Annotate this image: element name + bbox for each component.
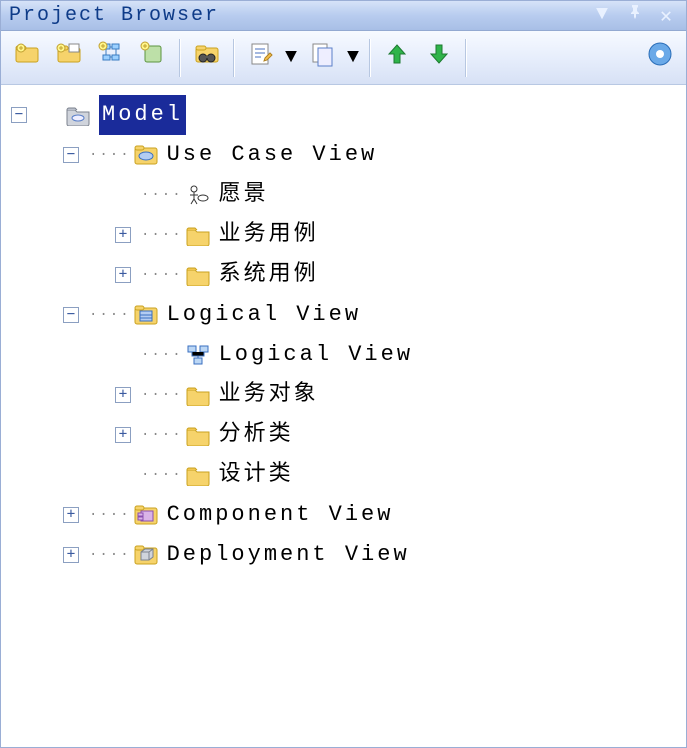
new-element-icon [139,40,167,75]
new-model-icon [13,40,41,75]
tree-node-usecase-view[interactable]: − ···· Use Case View [11,135,682,175]
logical-view-icon [131,300,161,330]
tree-label[interactable]: 设计类 [219,455,294,495]
tree-node-business-usecase[interactable]: + ···· 业务用例 [11,215,682,255]
class-diagram-icon [183,340,213,370]
expand-icon[interactable]: + [63,547,79,563]
folder-icon [183,460,213,490]
search-button[interactable] [187,38,227,78]
toolbar-separator [465,39,467,77]
folder-icon [183,420,213,450]
arrow-down-icon [427,42,451,73]
tree-node-deployment-view[interactable]: + ···· Deployment View [11,535,682,575]
new-package-button[interactable] [49,38,89,78]
expand-icon[interactable]: + [115,427,131,443]
tree-node-logical-diagram[interactable]: · ···· Logical View [11,335,682,375]
binoculars-icon [193,40,221,75]
titlebar-title: Project Browser [9,4,592,27]
move-up-button[interactable] [377,38,417,78]
tree-node-logical-view[interactable]: − ···· Logical View [11,295,682,335]
tree-label[interactable]: 业务用例 [219,215,319,255]
tree-label[interactable]: Component View [167,495,394,535]
new-diagram-icon [97,40,125,75]
new-element-button[interactable] [133,38,173,78]
tree-label[interactable]: 分析类 [219,415,294,455]
copy-button[interactable] [303,38,343,78]
toolbar-separator [179,39,181,77]
tree-view[interactable]: − Model − ···· Use Case View · ···· 愿景 +… [1,85,686,579]
toolbar-separator [233,39,235,77]
tree-label[interactable]: Deployment View [167,535,410,575]
edit-button[interactable] [241,38,281,78]
toolbar-separator [369,39,371,77]
folder-icon [183,380,213,410]
tree-node-vision[interactable]: · ···· 愿景 [11,175,682,215]
collapse-icon[interactable]: − [63,147,79,163]
tree-node-model[interactable]: − Model [11,95,682,135]
new-diagram-button[interactable] [91,38,131,78]
tree-label[interactable]: Logical View [167,295,361,335]
tree-node-analysis-class[interactable]: + ···· 分析类 [11,415,682,455]
toolbar: ▼ ▼ [1,31,686,85]
tree-label[interactable]: 系统用例 [219,255,319,295]
project-browser-panel: Project Browser ▼ ✕ [0,0,687,748]
tree-label[interactable]: Model [99,95,186,135]
move-down-button[interactable] [419,38,459,78]
dropdown-icon[interactable]: ▼ [592,3,614,29]
deployment-view-icon [131,540,161,570]
usecase-view-icon [131,140,161,170]
arrow-up-icon [385,42,409,73]
edit-icon [247,40,275,75]
expand-icon[interactable]: + [63,507,79,523]
folder-icon [183,220,213,250]
tree-node-component-view[interactable]: + ···· Component View [11,495,682,535]
copy-dropdown-caret[interactable]: ▼ [343,46,363,69]
help-icon [647,41,673,74]
tree-node-business-object[interactable]: + ···· 业务对象 [11,375,682,415]
component-view-icon [131,500,161,530]
expand-icon[interactable]: + [115,387,131,403]
model-icon [63,100,93,130]
copy-icon [309,40,337,75]
tree-label[interactable]: Logical View [219,335,413,375]
help-button[interactable] [640,38,680,78]
expand-icon[interactable]: + [115,227,131,243]
tree-label[interactable]: Use Case View [167,135,378,175]
tree-label[interactable]: 愿景 [219,175,269,215]
titlebar: Project Browser ▼ ✕ [1,1,686,31]
collapse-icon[interactable]: − [63,307,79,323]
tree-node-system-usecase[interactable]: + ···· 系统用例 [11,255,682,295]
tree-node-design-class[interactable]: · ···· 设计类 [11,455,682,495]
edit-dropdown-caret[interactable]: ▼ [281,46,301,69]
folder-icon [183,260,213,290]
pin-icon[interactable] [624,3,646,29]
tree-label[interactable]: 业务对象 [219,375,319,415]
titlebar-controls: ▼ ✕ [592,3,678,29]
expand-icon[interactable]: + [115,267,131,283]
actor-icon [183,180,213,210]
close-icon[interactable]: ✕ [656,3,678,29]
new-model-button[interactable] [7,38,47,78]
collapse-icon[interactable]: − [11,107,27,123]
new-package-icon [55,40,83,75]
